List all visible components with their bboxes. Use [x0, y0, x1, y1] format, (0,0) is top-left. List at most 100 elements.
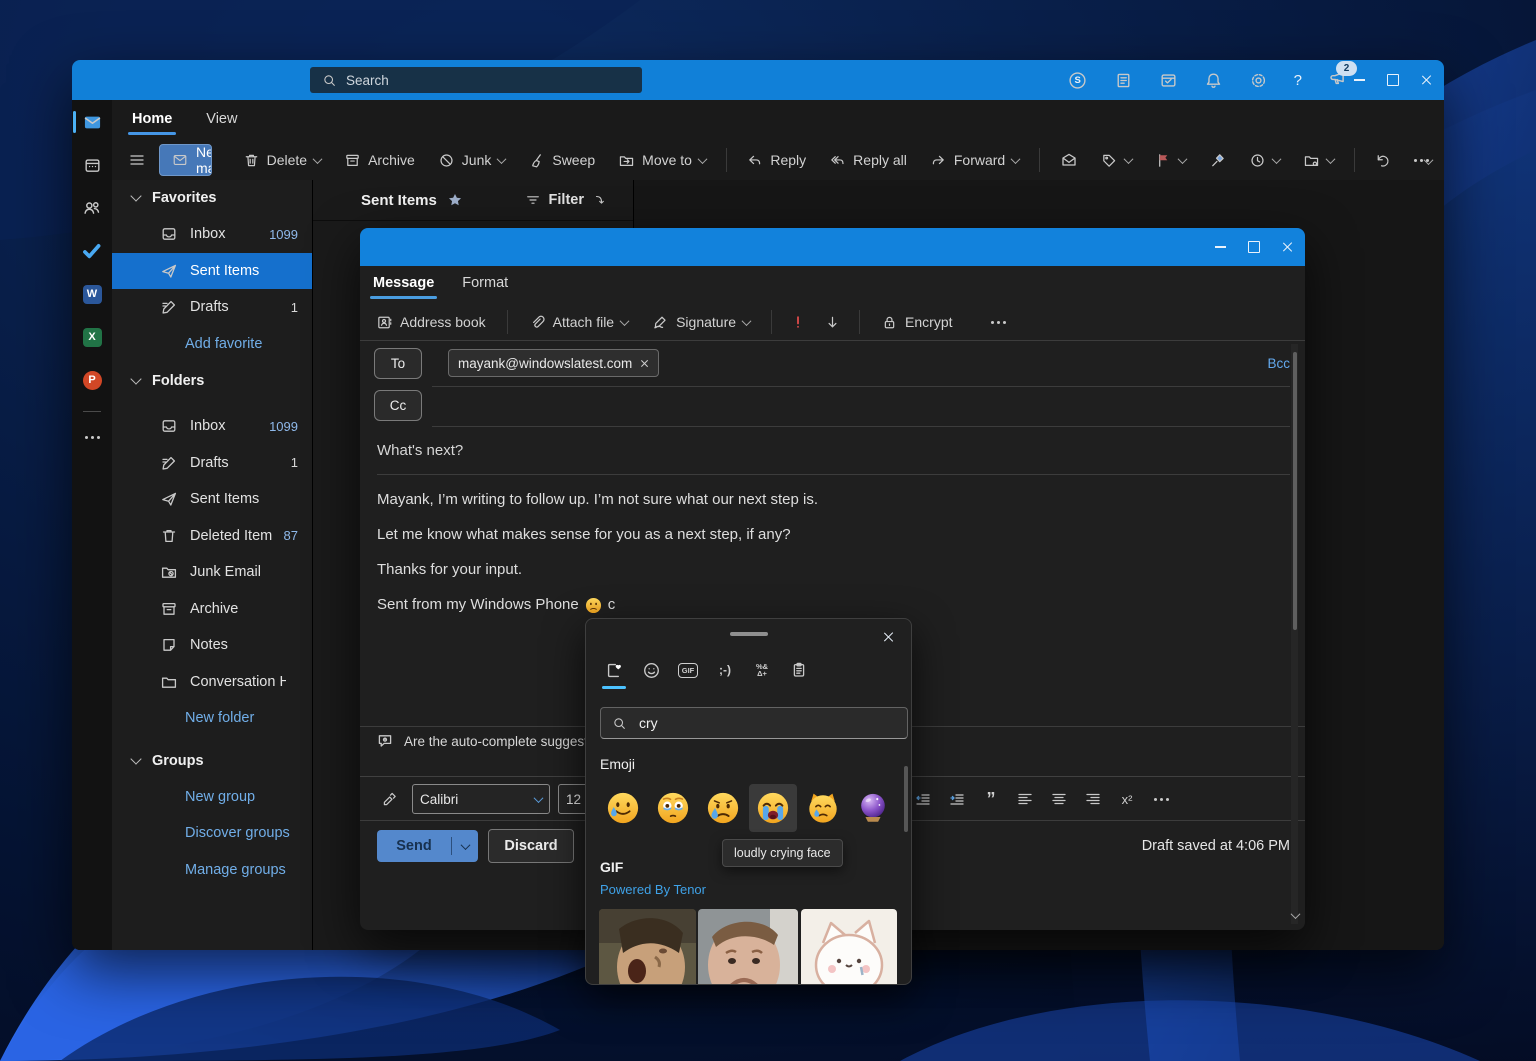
feedback-row[interactable]: Are the auto-complete suggesti — [376, 732, 591, 750]
attach-file-button[interactable]: Attach file — [521, 309, 636, 336]
sidebar-item-conversation-history[interactable]: Conversation His... — [112, 664, 312, 701]
sidebar-item-archive[interactable]: Archive — [112, 591, 312, 628]
emoji-crystal-ball[interactable] — [849, 784, 897, 832]
delete-button[interactable]: Delete — [235, 147, 329, 174]
rail-todo-icon[interactable] — [72, 239, 112, 263]
sidebar-item-sent-items-favorite[interactable]: Sent Items — [112, 252, 312, 289]
rail-people-icon[interactable] — [72, 196, 112, 220]
sidebar-item-notes[interactable]: Notes — [112, 627, 312, 664]
close-button[interactable] — [1410, 60, 1444, 100]
tab-recent-emoji[interactable] — [602, 657, 626, 689]
low-importance-button[interactable] — [819, 309, 846, 336]
new-group-link[interactable]: New group — [112, 779, 312, 816]
emoji-panel-scrollbar[interactable] — [904, 766, 908, 832]
compose-close-button[interactable] — [1271, 228, 1305, 267]
encrypt-button[interactable]: Encrypt — [873, 309, 960, 336]
new-folder-link[interactable]: New folder — [112, 700, 312, 737]
emoji-smiling-face-with-tear[interactable] — [599, 784, 647, 832]
emoji-search-field[interactable] — [600, 707, 908, 739]
rail-calendar-icon[interactable] — [72, 153, 112, 177]
to-button[interactable]: To — [374, 347, 422, 379]
read-unread-button[interactable] — [1052, 146, 1086, 174]
increase-indent-button[interactable] — [942, 785, 972, 813]
tab-kaomoji[interactable]: ;-) — [715, 657, 735, 683]
ribbon-collapse-chevron[interactable] — [1423, 155, 1434, 166]
gif-thumbnail-frowning-baby[interactable] — [698, 909, 798, 984]
help-icon[interactable]: ? — [1294, 72, 1302, 89]
tab-gif[interactable]: GIF — [677, 657, 699, 683]
undo-button[interactable] — [1366, 147, 1399, 174]
settings-gear-icon[interactable] — [1249, 71, 1268, 90]
scroll-down-chevron[interactable] — [1290, 909, 1301, 920]
rules-button[interactable] — [1295, 147, 1342, 174]
rail-mail-icon[interactable] — [72, 110, 112, 134]
notifications-bell-icon[interactable] — [1204, 71, 1223, 90]
emoji-face-holding-back-tears[interactable] — [649, 784, 697, 832]
send-dropdown[interactable] — [452, 839, 478, 850]
gif-thumbnail-crying-toddler[interactable] — [599, 909, 696, 984]
align-right-button[interactable] — [1078, 785, 1108, 813]
remove-recipient-icon[interactable] — [640, 359, 649, 368]
tab-emoji[interactable] — [641, 657, 661, 683]
global-search-box[interactable]: Search — [310, 67, 642, 93]
sidebar-item-junk-email[interactable]: Junk Email — [112, 554, 312, 591]
skype-icon[interactable]: S — [1068, 70, 1088, 90]
tab-view[interactable]: View — [204, 107, 239, 131]
align-center-button[interactable] — [1044, 785, 1074, 813]
drag-handle[interactable] — [730, 632, 768, 636]
add-favorite-link[interactable]: Add favorite — [112, 326, 312, 363]
signature-button[interactable]: Signature — [644, 309, 758, 336]
powered-by-tenor-link[interactable]: Powered By Tenor — [600, 882, 706, 897]
tab-home[interactable]: Home — [127, 107, 177, 135]
pin-button[interactable] — [1201, 147, 1234, 174]
discard-button[interactable]: Discard — [488, 829, 574, 863]
recipient-chip[interactable]: mayank@windowslatest.com — [448, 349, 660, 377]
sweep-button[interactable]: Sweep — [520, 147, 603, 174]
emoji-loudly-crying-face[interactable] — [749, 784, 797, 832]
sidebar-item-sent-items[interactable]: Sent Items — [112, 481, 312, 518]
discover-groups-link[interactable]: Discover groups — [112, 815, 312, 852]
filter-button[interactable]: Filter — [525, 192, 607, 208]
decrease-indent-button[interactable] — [908, 785, 938, 813]
emoji-panel-close-icon[interactable] — [878, 626, 898, 646]
message-body[interactable]: Mayank, I’m writing to follow up. I’m no… — [377, 490, 1277, 615]
tab-clipboard[interactable] — [789, 657, 809, 683]
my-day-icon[interactable] — [1159, 71, 1178, 90]
emoji-search-input[interactable] — [637, 714, 871, 732]
compose-minimize-button[interactable] — [1203, 228, 1237, 267]
emoji-crying-face[interactable] — [699, 784, 747, 832]
format-painter-button[interactable] — [374, 785, 404, 813]
categorize-button[interactable] — [1093, 147, 1140, 174]
sidebar-item-drafts-favorite[interactable]: Drafts 1 — [112, 289, 312, 326]
tab-format[interactable]: Format — [461, 272, 509, 294]
compose-maximize-button[interactable] — [1237, 228, 1271, 267]
reply-all-button[interactable]: Reply all — [821, 147, 915, 174]
send-button[interactable]: Send — [377, 830, 478, 862]
address-book-button[interactable]: Address book — [368, 309, 494, 336]
font-family-select[interactable]: Calibri — [412, 784, 550, 814]
scrollbar-thumb[interactable] — [1292, 352, 1297, 630]
forward-button[interactable]: Forward — [922, 147, 1027, 174]
rail-more-apps-button[interactable] — [72, 431, 112, 443]
cc-button[interactable]: Cc — [374, 389, 422, 421]
rail-excel-icon[interactable]: X — [72, 325, 112, 349]
compose-titlebar[interactable] — [360, 228, 1305, 266]
hamburger-menu-button[interactable] — [122, 146, 152, 174]
maximize-button[interactable] — [1376, 60, 1410, 100]
gif-thumbnail-crying-cartoon-cat[interactable] — [801, 909, 897, 984]
onenote-feed-icon[interactable] — [1114, 71, 1133, 90]
blockquote-button[interactable]: ” — [976, 785, 1006, 813]
junk-button[interactable]: Junk — [430, 147, 514, 174]
tab-message[interactable]: Message — [369, 272, 438, 299]
rail-powerpoint-icon[interactable]: P — [72, 368, 112, 392]
superscript-button[interactable]: x² — [1112, 785, 1142, 813]
emoji-crying-cat[interactable] — [799, 784, 847, 832]
tab-symbols[interactable]: %& Δ+ — [752, 657, 772, 683]
new-mail-button[interactable]: New mail — [159, 144, 213, 176]
archive-button[interactable]: Archive — [336, 147, 423, 174]
sidebar-item-drafts[interactable]: Drafts 1 — [112, 445, 312, 482]
reply-button[interactable]: Reply — [738, 147, 814, 174]
groups-section-header[interactable]: Groups — [112, 743, 312, 779]
minimize-button[interactable] — [1342, 60, 1376, 100]
rail-word-icon[interactable]: W — [72, 282, 112, 306]
